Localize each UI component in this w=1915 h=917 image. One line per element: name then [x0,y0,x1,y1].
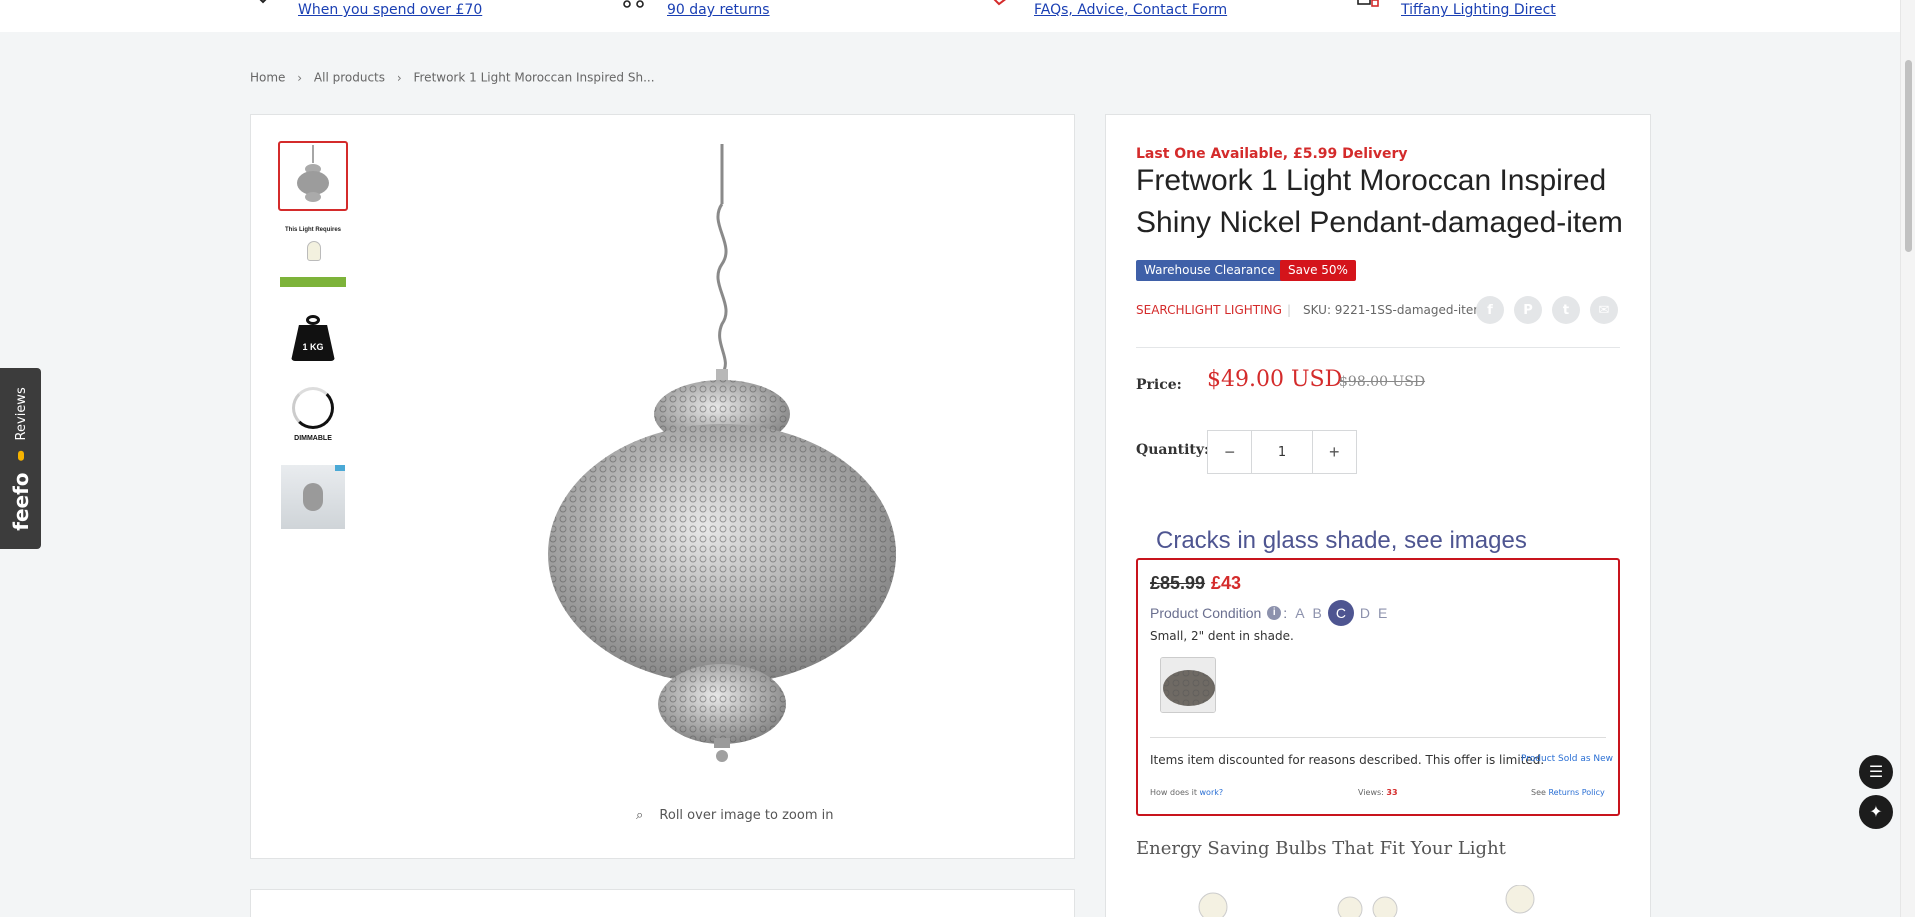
feefo-reviews-tab[interactable]: feefo Reviews [0,368,41,549]
bulb-icon [307,241,321,261]
scrollbar-thumb[interactable] [1905,60,1912,252]
thumb-room[interactable] [278,462,348,532]
how-it-works: How does it work? [1150,788,1223,797]
benefit-contact-link[interactable]: Tiffany Lighting Direct [1401,2,1556,18]
grade-c-selected[interactable]: C [1327,600,1354,626]
accessibility-menu-button[interactable]: ☰ [1859,755,1893,789]
damage-image [1161,658,1215,712]
thumb-bulb-image: This Light Requires [280,225,346,291]
weight-icon: 1 KG [289,313,337,363]
email-icon[interactable]: ✉ [1590,296,1618,324]
info-icon[interactable]: i [1267,606,1282,620]
quantity-stepper: − 1 + [1207,430,1357,474]
thumb-weight[interactable]: 1 KG [278,303,348,373]
thumb-bulb-requirement[interactable]: This Light Requires [278,223,348,293]
sku-text: SKU: 9221-1SS-damaged-item [1303,303,1485,317]
offer-new-price: £43 [1211,573,1242,593]
offer-divider [1150,737,1606,738]
how-it-works-link[interactable]: work? [1200,788,1224,797]
damage-heading: Cracks in glass shade, see images [1156,527,1527,554]
zoom-hint: ⌕ Roll over image to zoom in [636,808,834,823]
views-label: Views: [1358,788,1387,797]
facebook-icon[interactable]: f [1476,296,1504,324]
thumb-pendant-image [297,145,329,202]
breadcrumb: Home › All products › Fretwork 1 Light M… [250,70,655,85]
product-condition: Product Condition i: A B C D E [1150,600,1387,626]
search-icon: ⌕ [636,808,644,823]
returns-icon [623,0,644,8]
pinterest-icon[interactable]: P [1514,296,1542,324]
feefo-logo: feefo [8,471,33,531]
compare-price: $98.00 USD [1339,374,1426,390]
grade-b[interactable]: B [1313,605,1322,621]
offer-description: Items item discounted for reasons descri… [1150,753,1545,767]
quantity-label: Quantity: [1136,442,1210,458]
thumb-bulb-band [280,277,346,287]
zoom-hint-text: Roll over image to zoom in [659,808,834,823]
sold-as-new-link[interactable]: Product Sold as New [1521,754,1613,764]
condition-colon: : [1283,605,1288,621]
chevron-right-icon: › [396,70,402,85]
meta-divider: | [1287,303,1292,317]
benefit-help-link[interactable]: FAQs, Advice, Contact Form [1034,2,1227,18]
list-icon: ☰ [1868,764,1884,781]
breadcrumb-all-products[interactable]: All products [314,71,385,85]
save-badge: Save 50% [1280,260,1356,281]
sale-price: $49.00 USD [1207,367,1343,392]
views-count: 33 [1386,788,1398,797]
energy-bulbs-heading: Energy Saving Bulbs That Fit Your Light [1136,838,1506,859]
price-label: Price: [1136,377,1182,393]
grade-e[interactable]: E [1378,605,1387,621]
dimmable-label: DIMMABLE [294,435,332,442]
grade-d[interactable]: D [1360,605,1370,621]
breadcrumb-current: Fretwork 1 Light Moroccan Inspired Sh... [413,70,655,85]
condition-label: Product Condition [1150,605,1262,621]
page-scrollbar[interactable] [1900,0,1915,917]
damage-image-thumbnail[interactable] [1160,657,1216,713]
help-icon [993,0,1006,6]
sparkle-icon: ✦ [1869,804,1883,821]
main-product-image[interactable] [548,144,908,770]
contact-icon [1357,0,1379,7]
returns-policy: See Returns Policy [1531,788,1605,797]
returns-policy-link[interactable]: Returns Policy [1548,788,1604,797]
how-prefix: How does it [1150,788,1200,797]
feefo-reviews-label: Reviews [13,386,28,440]
clearance-badge: Warehouse Clearance [1136,260,1283,281]
weight-label: 1 KG [302,342,324,352]
thumb-bulb-label: This Light Requires [284,227,341,233]
breadcrumb-home[interactable]: Home [250,71,285,85]
details-divider [1136,347,1620,348]
views-counter: Views: 33 [1358,788,1398,797]
thumb-pendant[interactable] [278,141,348,211]
grade-a[interactable]: A [1295,605,1304,621]
benefits-bar: When you spend over £70 90 day returns F… [0,0,1900,32]
quantity-field[interactable]: 1 [1251,431,1313,473]
feefo-eyes-icon [17,449,24,460]
benefit-returns-link[interactable]: 90 day returns [667,2,770,18]
chevron-right-icon: › [297,70,303,85]
offer-old-price: £85.99 [1150,573,1206,593]
quantity-decrease-button[interactable]: − [1208,431,1251,473]
secondary-card [250,889,1075,917]
product-title: Fretwork 1 Light Moroccan Inspired Shiny… [1136,164,1623,239]
see-prefix: See [1531,788,1549,797]
delivery-icon [259,0,267,4]
dimmable-icon: DIMMABLE [283,383,343,447]
bulb-recommendations [1198,885,1535,917]
thumb-dimmable[interactable]: DIMMABLE [278,380,348,450]
thumb-room-image [281,465,345,529]
quantity-increase-button[interactable]: + [1313,431,1356,473]
damage-note: Small, 2" dent in shade. [1150,629,1294,643]
ai-assistant-button[interactable]: ✦ [1859,795,1893,829]
benefit-delivery-link[interactable]: When you spend over £70 [298,2,482,18]
vendor-link[interactable]: SEARCHLIGHT LIGHTING [1136,303,1282,317]
twitter-icon[interactable]: t [1552,296,1580,324]
